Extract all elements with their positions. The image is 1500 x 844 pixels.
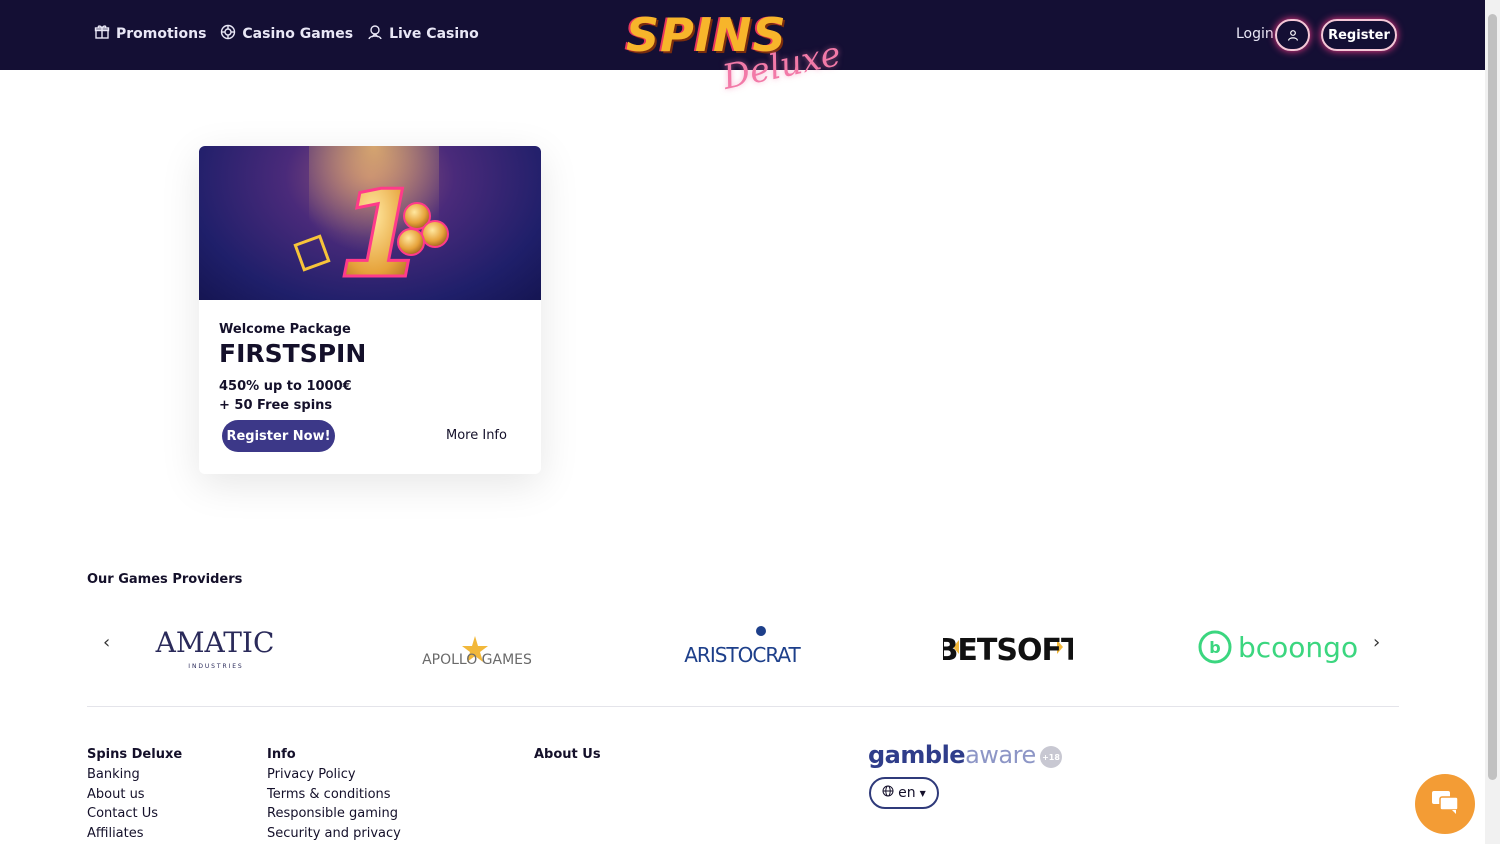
live-chat-button[interactable]	[1415, 774, 1475, 834]
chat-icon	[1430, 789, 1460, 819]
nav-promotions-label: Promotions	[116, 26, 207, 42]
login-link[interactable]: Login	[1236, 26, 1274, 42]
booongo-logo: b bcoongo	[1198, 630, 1358, 664]
gambleaware-logo[interactable]: gambleaware	[868, 741, 1036, 769]
providers-title: Our Games Providers	[87, 572, 243, 587]
nav-live-casino[interactable]: Live Casino	[367, 24, 479, 44]
footer-col-heading: About Us	[534, 747, 601, 762]
gambleaware-part2: aware	[965, 741, 1036, 769]
promo-free-spins-line: + 50 Free spins	[219, 398, 333, 413]
nav-casino-games-label: Casino Games	[242, 26, 354, 42]
footer-link-affiliates[interactable]: Affiliates	[87, 826, 182, 844]
nav-promotions[interactable]: Promotions	[94, 24, 206, 44]
register-now-button[interactable]: Register Now!	[222, 420, 335, 452]
footer-link-about-us[interactable]: About us	[87, 787, 182, 807]
provider-booongo[interactable]: b bcoongo	[1147, 608, 1402, 686]
main-nav: Promotions Casino Games Live Casino	[94, 24, 479, 44]
footer-link-terms[interactable]: Terms & conditions	[267, 787, 401, 807]
svg-text:I N D U S T R I E S: I N D U S T R I E S	[188, 663, 242, 670]
site-logo[interactable]: SPINS Deluxe	[622, 6, 862, 98]
promo-bonus-line: 450% up to 1000€	[219, 379, 352, 394]
svg-text:bcoongo: bcoongo	[1238, 631, 1358, 664]
user-icon	[1287, 26, 1299, 45]
apollo-games-logo: APOLLO GAMES	[422, 636, 532, 668]
svg-text:BETSOFT: BETSOFT	[943, 633, 1073, 668]
providers-carousel: ‹ AMATIC I N D U S T R I E S APOLLO GAME…	[87, 608, 1407, 686]
nav-live-casino-label: Live Casino	[389, 26, 479, 42]
promo-banner-art: 1	[293, 146, 449, 307]
promo-banner-image: 1	[199, 146, 541, 307]
caret-down-icon: ▼	[919, 788, 926, 798]
amatic-logo: AMATIC I N D U S T R I E S	[154, 626, 274, 670]
dealer-icon	[367, 24, 383, 44]
login-button[interactable]	[1275, 19, 1310, 51]
footer-link-banking[interactable]: Banking	[87, 767, 182, 787]
footer-link-security-privacy[interactable]: Security and privacy	[267, 826, 401, 844]
footer-divider	[87, 706, 1399, 707]
nav-casino-games[interactable]: Casino Games	[220, 24, 353, 44]
more-info-link[interactable]: More Info	[446, 428, 507, 443]
footer-link-responsible-gaming[interactable]: Responsible gaming	[267, 806, 401, 826]
language-value: en	[898, 785, 916, 801]
footer-col-about-us: About Us	[534, 747, 601, 767]
gambleaware-part1: gamble	[868, 741, 966, 769]
carousel-next-arrow[interactable]: ›	[1373, 632, 1380, 653]
promo-package-label: Welcome Package	[219, 322, 351, 337]
globe-icon	[882, 785, 894, 801]
footer-col-spins-deluxe: Spins Deluxe Banking About us Contact Us…	[87, 747, 182, 844]
chip-icon	[220, 24, 236, 44]
svg-text:b: b	[1209, 638, 1220, 657]
svg-text:ARISTOCRAT: ARISTOCRAT	[684, 643, 801, 667]
provider-amatic[interactable]: AMATIC I N D U S T R I E S	[87, 608, 342, 686]
provider-apollo-games[interactable]: APOLLO GAMES	[349, 608, 604, 686]
gift-icon	[94, 24, 110, 44]
provider-aristocrat[interactable]: ARISTOCRAT	[614, 608, 869, 686]
betsoft-logo: BETSOFT	[943, 633, 1073, 668]
svg-text:AMATIC: AMATIC	[154, 626, 274, 659]
promo-code: FIRSTSPIN	[219, 339, 367, 368]
aristocrat-logo: ARISTOCRAT	[684, 626, 802, 667]
provider-betsoft[interactable]: BETSOFT	[880, 608, 1135, 686]
language-selector[interactable]: en ▼	[869, 777, 939, 809]
svg-text:APOLLO GAMES: APOLLO GAMES	[422, 652, 532, 668]
age-restriction-badge: +18	[1040, 746, 1062, 768]
register-button[interactable]: Register	[1321, 19, 1397, 51]
footer-col-info: Info Privacy Policy Terms & conditions R…	[267, 747, 401, 844]
promo-card: 1 Welcome Package FIRSTSPIN 450% up to 1…	[199, 146, 541, 474]
page-scrollbar[interactable]	[1485, 0, 1500, 844]
footer-col-heading: Info	[267, 747, 296, 762]
scrollbar-thumb[interactable]	[1488, 14, 1497, 780]
footer-col-heading: Spins Deluxe	[87, 747, 183, 762]
footer-link-privacy-policy[interactable]: Privacy Policy	[267, 767, 401, 787]
footer-link-contact-us[interactable]: Contact Us	[87, 806, 182, 826]
